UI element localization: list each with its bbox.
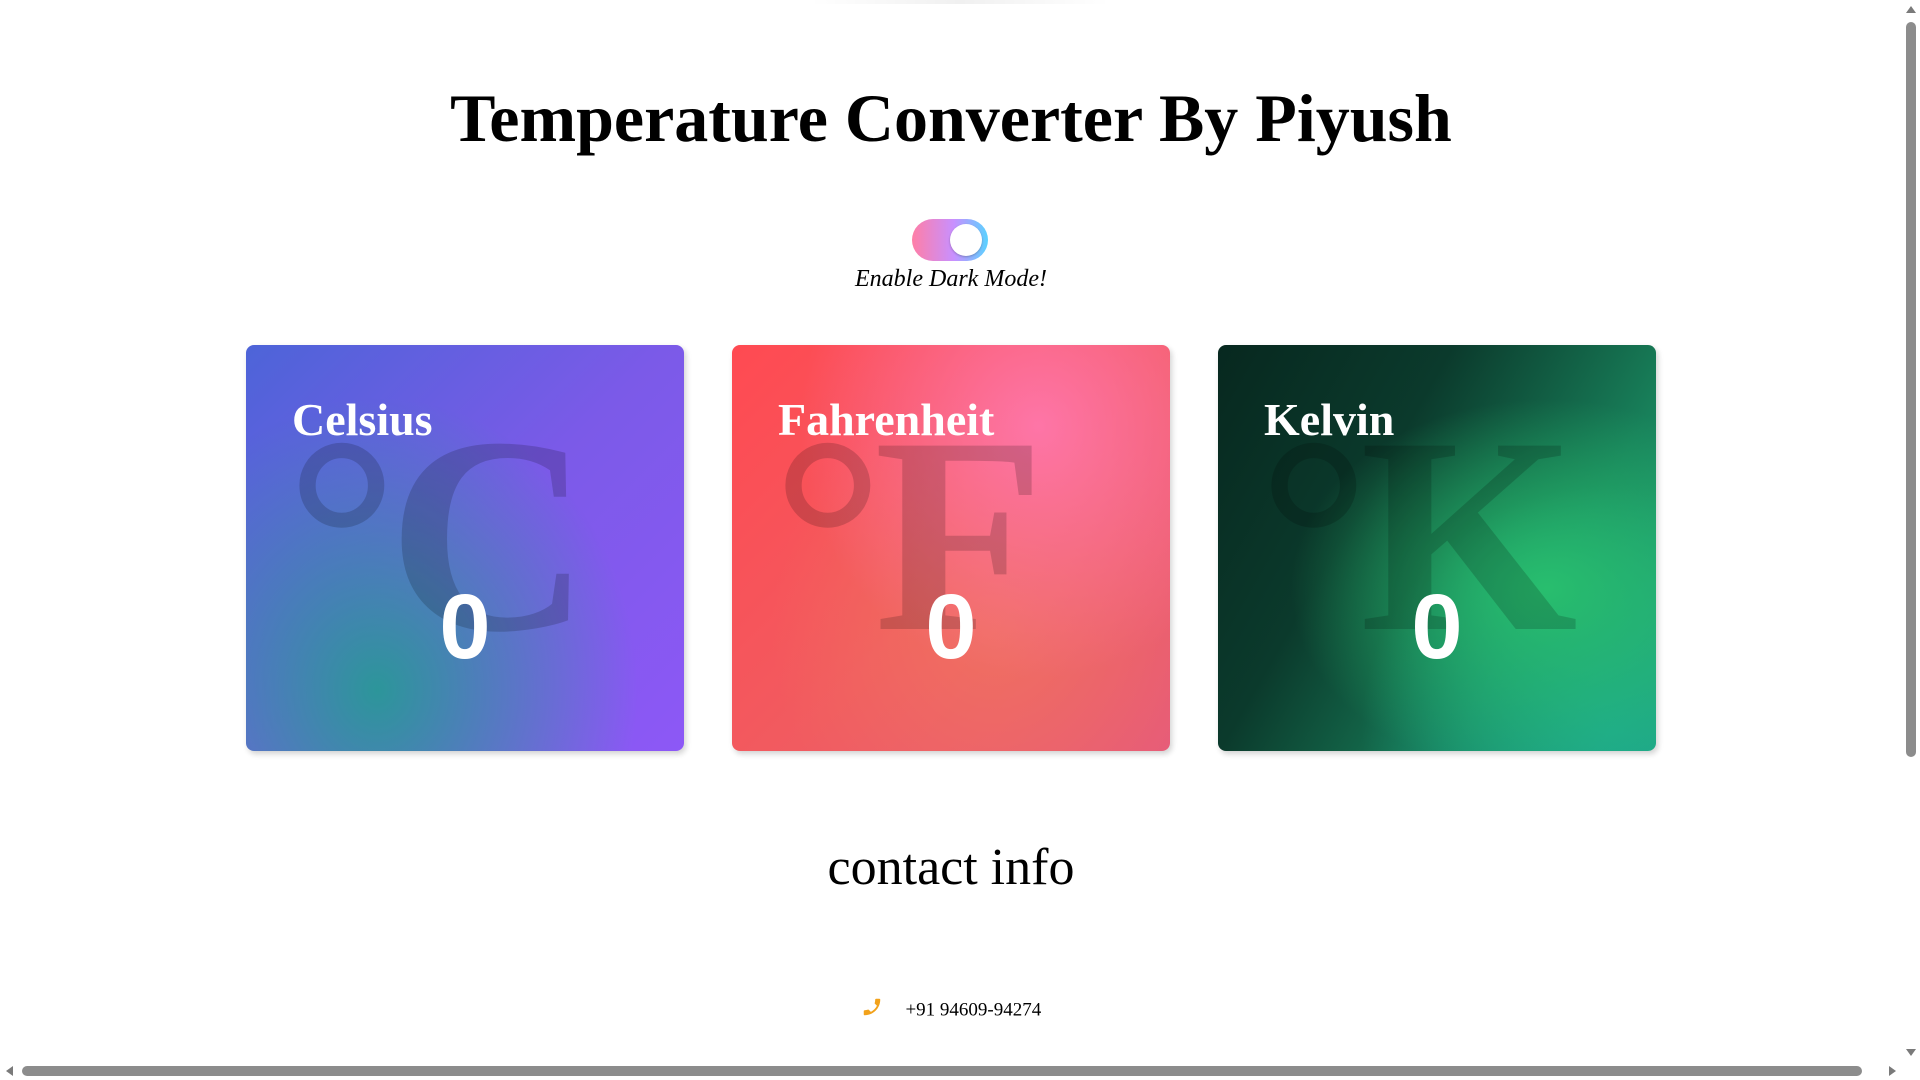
page-title: Temperature Converter By Piyush bbox=[450, 80, 1452, 156]
vertical-scrollbar[interactable] bbox=[1902, 0, 1920, 1062]
scroll-left-icon[interactable] bbox=[6, 1066, 13, 1076]
phone-number[interactable]: +91 94609-94274 bbox=[905, 1000, 1041, 1021]
scroll-up-icon[interactable] bbox=[1906, 6, 1916, 13]
kelvin-card: °K Kelvin 0 bbox=[1218, 345, 1656, 751]
page: Temperature Converter By Piyush Enable D… bbox=[0, 0, 1902, 1062]
celsius-card: °C Celsius 0 bbox=[246, 345, 684, 751]
contact-heading: contact info bbox=[827, 839, 1075, 896]
dark-mode-label: Enable Dark Mode! bbox=[855, 266, 1047, 292]
celsius-input[interactable]: 0 bbox=[246, 577, 684, 677]
horizontal-scroll-thumb[interactable] bbox=[22, 1066, 1862, 1076]
fahrenheit-input[interactable]: 0 bbox=[732, 577, 1170, 677]
vertical-scroll-thumb[interactable] bbox=[1906, 22, 1916, 757]
fahrenheit-card: °F Fahrenheit 0 bbox=[732, 345, 1170, 751]
celsius-label: Celsius bbox=[292, 394, 433, 445]
dark-mode-toggle[interactable] bbox=[912, 219, 988, 261]
scroll-down-icon[interactable] bbox=[1906, 1049, 1916, 1056]
top-shadow bbox=[810, 0, 1110, 4]
horizontal-scrollbar[interactable] bbox=[0, 1062, 1902, 1080]
phone-contact[interactable]: +91 94609-94274 bbox=[0, 996, 1902, 1025]
toggle-knob[interactable] bbox=[950, 224, 982, 256]
phone-icon bbox=[861, 996, 883, 1025]
scrollbar-corner bbox=[1902, 1062, 1920, 1080]
fahrenheit-label: Fahrenheit bbox=[778, 394, 995, 445]
scroll-right-icon[interactable] bbox=[1889, 1066, 1896, 1076]
kelvin-input[interactable]: 0 bbox=[1218, 577, 1656, 677]
kelvin-label: Kelvin bbox=[1264, 394, 1395, 445]
